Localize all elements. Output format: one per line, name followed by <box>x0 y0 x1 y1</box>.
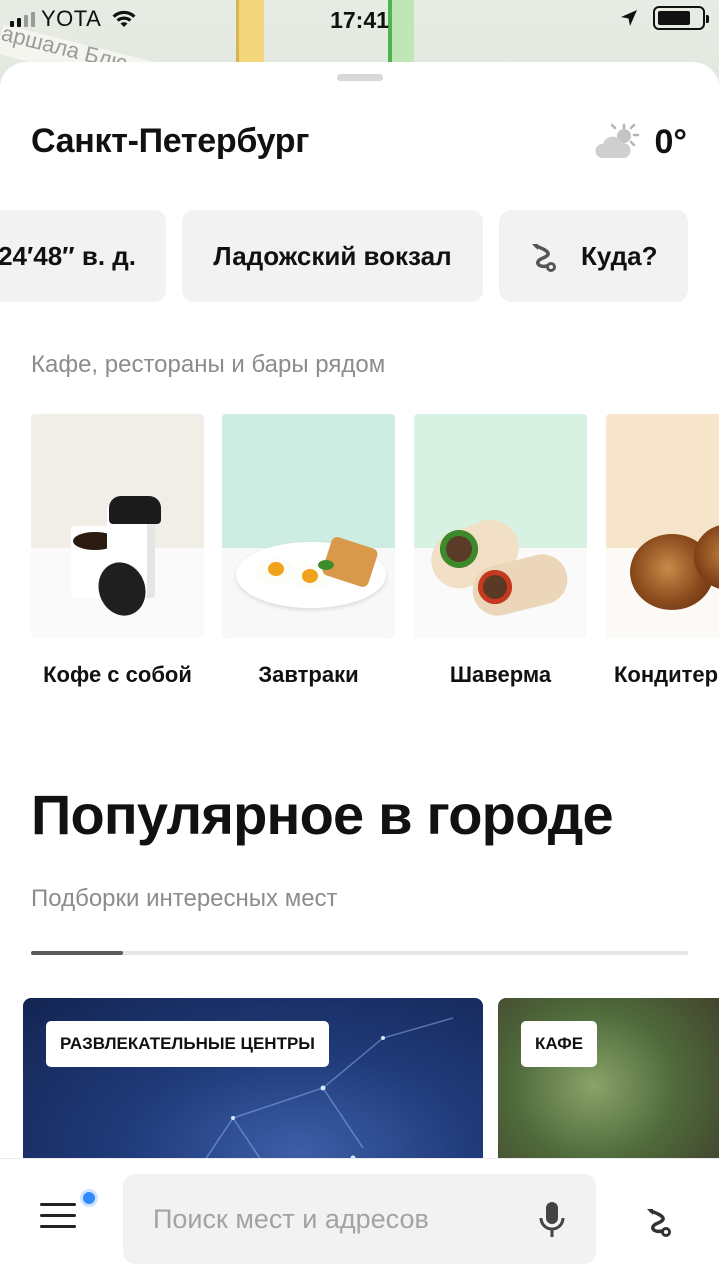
category-label: Кондитер <box>614 662 719 687</box>
city-name[interactable]: Санкт-Петербург <box>31 122 309 161</box>
quick-chips: 24′48″ в. д. Ладожский вокзал Куда? <box>0 210 719 304</box>
weather-widget[interactable]: 0° <box>594 122 687 162</box>
battery-icon <box>653 6 709 30</box>
clock: 17:41 <box>330 7 389 33</box>
popular-section-subtitle: Подборки интересных мест <box>31 885 338 912</box>
collection-tag: РАЗВЛЕКАТЕЛЬНЫЕ ЦЕНТРЫ <box>46 1021 329 1067</box>
carousel-progress-fill <box>31 951 123 955</box>
category-label: Шаверма <box>449 662 552 687</box>
station-label: Ладожский вокзал <box>213 240 452 271</box>
battery-level <box>658 11 690 25</box>
carousel-progress <box>31 951 688 955</box>
station-chip[interactable]: Ладожский вокзал <box>182 210 483 302</box>
category-shawarma[interactable]: Шаверма <box>414 414 587 688</box>
partly-cloudy-icon <box>595 123 640 158</box>
bottom-search-bar <box>0 1158 719 1280</box>
category-coffee-to-go[interactable]: Кофе с собой <box>31 414 204 688</box>
popular-section-title: Популярное в городе <box>31 783 614 846</box>
cafe-categories: Кофе с собой Завтраки Шаверма Кондитер <box>31 414 719 704</box>
bottom-sheet: Санкт-Петербург 0° 24′48″ в. д. Ладожски… <box>0 62 719 1280</box>
category-image <box>606 414 719 638</box>
location-arrow-icon <box>621 10 637 26</box>
category-image <box>414 414 587 638</box>
category-image <box>31 414 204 638</box>
menu-button[interactable] <box>40 1189 98 1235</box>
where-to-label: Куда? <box>581 240 658 271</box>
microphone-icon[interactable] <box>538 1201 566 1239</box>
notification-dot <box>80 1189 98 1207</box>
collection-tag: КАФЕ <box>521 1021 598 1067</box>
search-box[interactable] <box>123 1174 596 1264</box>
search-input[interactable] <box>153 1174 523 1264</box>
category-label: Кофе с собой <box>43 662 192 687</box>
category-label: Завтраки <box>258 662 359 687</box>
sheet-grabber[interactable] <box>337 74 383 81</box>
category-breakfast[interactable]: Завтраки <box>222 414 395 688</box>
status-bar: YOTA 17:41 <box>0 0 719 40</box>
route-icon <box>532 244 556 272</box>
coordinates-label: 24′48″ в. д. <box>0 240 136 271</box>
route-button[interactable] <box>638 1201 678 1241</box>
category-image <box>222 414 395 638</box>
where-to-chip[interactable]: Куда? <box>499 210 688 302</box>
category-pastry[interactable]: Кондитер <box>606 414 719 688</box>
coordinates-chip[interactable]: 24′48″ в. д. <box>0 210 166 302</box>
cafes-section-title: Кафе, рестораны и бары рядом <box>31 351 386 378</box>
temperature: 0° <box>654 122 687 161</box>
